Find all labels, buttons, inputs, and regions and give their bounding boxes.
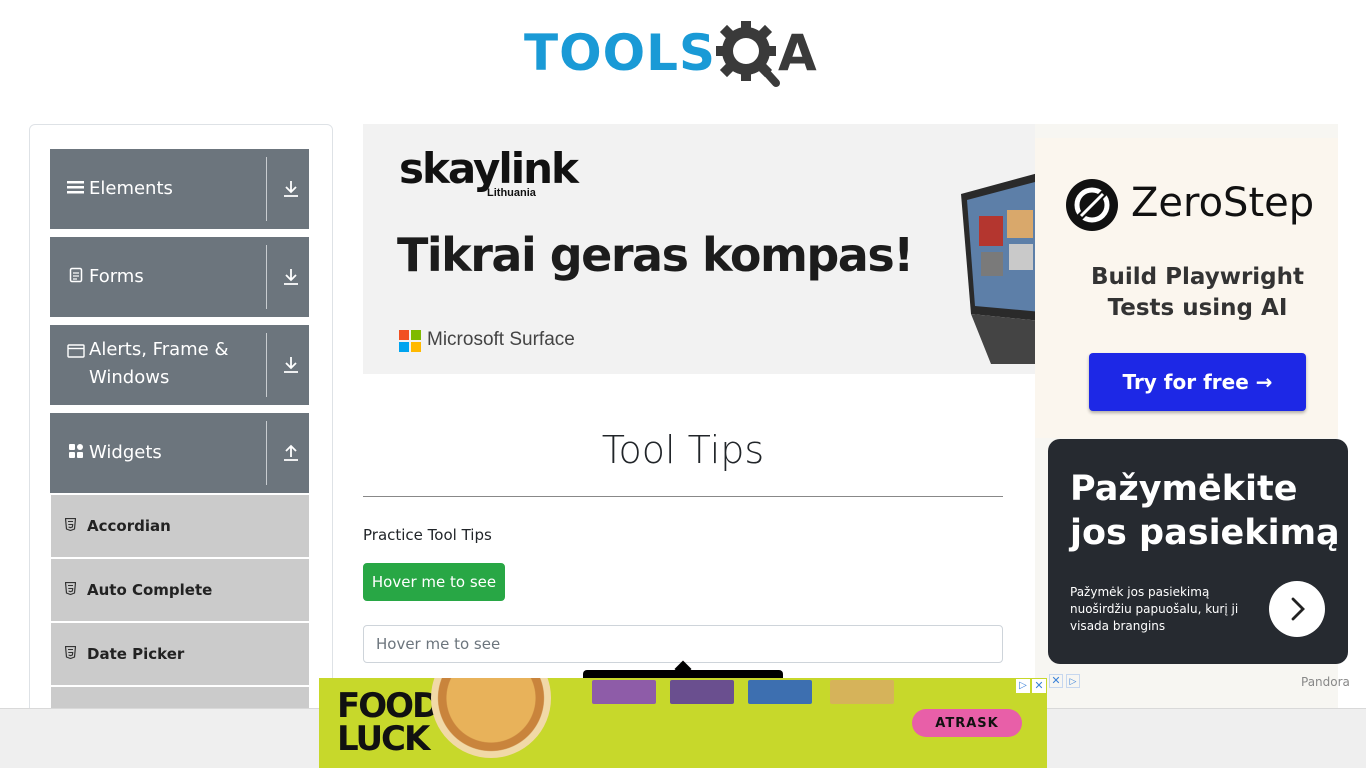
ad-close-icon[interactable]: ✕ [1032,679,1046,693]
item-label: Auto Complete [87,581,213,599]
gear-magnifier-icon [716,21,780,87]
ad-close-icon[interactable]: ✕ [1049,674,1063,688]
grid-icon [67,443,85,464]
divider [266,245,267,309]
product-image [748,680,812,704]
ad-brand: skaylink [399,144,579,193]
download-icon[interactable] [282,179,300,199]
sidebar: Elements Forms Alerts, Frame & Windows W… [29,124,333,724]
ad-headline: Tikrai geras kompas! [397,228,914,282]
divider [266,333,267,397]
sidebar-group-alerts[interactable]: Alerts, Frame & Windows [50,325,309,405]
group-label: Forms [89,266,144,287]
divider [266,421,267,485]
product-image [592,680,656,704]
hamburger-icon [67,179,85,200]
html5-icon [64,517,79,534]
ad-partner: Microsoft Surface [427,329,575,350]
group-label: Elements [89,178,173,199]
download-icon[interactable] [282,267,300,287]
next-button[interactable] [1269,581,1325,637]
page: TOOLS A Elements Forms Alerts, Frame & W… [0,0,1366,768]
microsoft-logo-icon [399,330,421,352]
ad-brand: FOOD LUCK [337,686,440,759]
ad-body: Pažymėk jos pasiekimą nuoširdžiu papuoša… [1070,585,1239,633]
tooltip-text-field[interactable] [363,625,1003,663]
divider [266,157,267,221]
window-icon [67,343,85,364]
group-label: Widgets [89,442,162,463]
ad-brand: ZeroStep [1131,180,1315,226]
chevron-right-icon [1291,597,1305,621]
ad-headline: Pažymėkite jos pasiekimą [1070,469,1340,553]
adchoices-icon[interactable]: ▷ [1066,674,1080,688]
logo-text: TOOLS [524,24,716,82]
item-label: Accordian [87,517,171,535]
sidebar-item-accordian[interactable]: Accordian [51,495,309,557]
sidebar-group-elements[interactable]: Elements [50,149,309,229]
ad-tagline: Build Playwright Tests using AI [1091,264,1304,321]
document-icon [67,267,85,288]
page-title: Tool Tips [601,428,765,472]
tooltip-button[interactable]: Hover me to see [363,563,505,601]
pandora-ad[interactable]: Pažymėkite jos pasiekimą Pažymėk jos pas… [1048,439,1348,664]
adchoices-icon[interactable]: ▷ [1016,679,1030,693]
upload-icon[interactable] [282,443,300,463]
title-divider [363,496,1003,497]
sidebar-group-widgets[interactable]: Widgets [50,413,309,493]
ad-sub-brand: Lithuania [487,187,536,199]
sidebar-item-date-picker[interactable]: Date Picker [51,623,309,685]
skaylink-ad[interactable]: skaylink Lithuania Tikrai geras kompas! … [363,124,1035,374]
logo-a: A [778,24,817,82]
atrask-button[interactable]: ATRASK [912,709,1022,737]
sidebar-group-forms[interactable]: Forms [50,237,309,317]
laptop-image [961,173,1035,364]
product-image [670,680,734,704]
try-for-free-button[interactable]: Try for free → [1089,353,1306,411]
food-luck-ad[interactable]: FOOD LUCK ATRASK ▷ ✕ [319,678,1047,768]
html5-icon [64,581,79,598]
product-image [830,680,894,704]
group-label: Alerts, Frame & Windows [89,339,229,388]
practice-label: Practice Tool Tips [363,526,492,544]
zerostep-logo-icon [1066,179,1118,231]
download-icon[interactable] [282,355,300,375]
item-label: Date Picker [87,645,185,663]
pizza-image [431,678,551,758]
ad-advertiser: Pandora [1301,675,1350,689]
html5-icon [64,645,79,662]
toolsqa-logo[interactable]: TOOLS A [524,14,848,92]
sidebar-item-auto-complete[interactable]: Auto Complete [51,559,309,621]
